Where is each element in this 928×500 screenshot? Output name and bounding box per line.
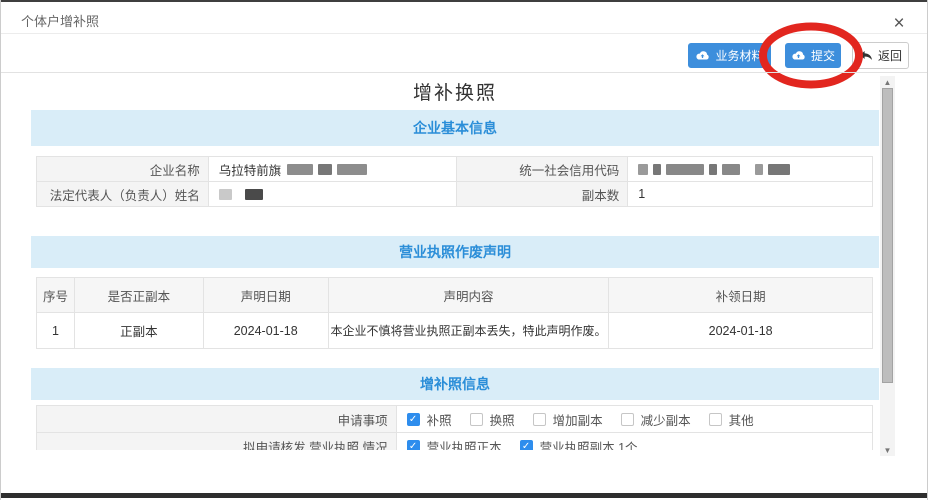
- checkbox-label: 减少副本: [641, 410, 691, 429]
- submit-label: 提交: [811, 47, 835, 64]
- col-header-seq: 序号: [37, 278, 75, 313]
- scroll-up-arrow[interactable]: ▲: [880, 76, 895, 88]
- legal-person-value: [209, 182, 457, 207]
- screenshot-bottom-edge: [1, 493, 927, 498]
- section-header-invalid-declaration: 营业执照作废声明: [31, 236, 879, 268]
- supplement-info-table: 申请事项 ✓ 补照 ✓ 换照 ✓ 增加副本 ✓ 减少副本 ✓ 其他 拟申请核发 …: [36, 405, 873, 450]
- form-content: 增补换照 企业基本信息 企业名称 乌拉特前旗 统一社会信用代码: [1, 73, 928, 450]
- apply-items-options: ✓ 补照 ✓ 换照 ✓ 增加副本 ✓ 减少副本 ✓ 其他: [397, 406, 873, 433]
- back-button[interactable]: 返回: [852, 42, 909, 69]
- business-materials-button[interactable]: 业务材料: [688, 43, 771, 68]
- scrollbar-thumb[interactable]: [882, 88, 893, 383]
- checkbox-label: 增加副本: [553, 410, 603, 429]
- screenshot-top-edge: [1, 0, 927, 2]
- copies-count-label: 副本数: [457, 182, 629, 207]
- modal-title: 个体户增补照: [21, 11, 99, 30]
- page-title: 增补换照: [31, 78, 879, 105]
- back-label: 返回: [878, 47, 902, 64]
- checkbox-add-copy[interactable]: ✓: [533, 413, 546, 426]
- table-header-row: 序号 是否正副本 声明日期 声明内容 补领日期: [37, 278, 873, 313]
- apply-items-label: 申请事项: [37, 406, 397, 433]
- vertical-scrollbar[interactable]: ▲ ▼: [880, 76, 895, 456]
- license-supplement-modal: { "window": { "title": "个体户增补照", "close_…: [0, 0, 928, 500]
- credit-code-value: [628, 157, 873, 182]
- submit-button[interactable]: 提交: [785, 43, 841, 68]
- back-arrow-icon: [859, 50, 873, 62]
- checkbox-label: 营业执照正本: [427, 437, 502, 451]
- checkbox-license-original[interactable]: ✓: [407, 440, 420, 451]
- col-header-declare-content: 声明内容: [329, 278, 610, 313]
- cell-seq: 1: [37, 313, 75, 349]
- checkbox-buzhao[interactable]: ✓: [407, 413, 420, 426]
- issue-license-options: ✓ 营业执照正本 ✓ 营业执照副本 1个: [397, 433, 873, 450]
- checkbox-label: 营业执照副本 1个: [540, 437, 638, 451]
- checkbox-huanzhao[interactable]: ✓: [470, 413, 483, 426]
- cloud-upload-icon: [791, 50, 806, 61]
- redacted-text: [638, 164, 790, 175]
- section-header-basic-info: 企业基本信息: [31, 110, 879, 146]
- table-row: 1 正副本 2024-01-18 本企业不慎将营业执照正副本丢失，特此声明作废。…: [37, 313, 873, 349]
- checkbox-label: 换照: [490, 410, 515, 429]
- section-header-supplement-info: 增补照信息: [31, 368, 879, 400]
- col-header-type: 是否正副本: [75, 278, 204, 313]
- cell-declare-date: 2024-01-18: [204, 313, 329, 349]
- company-name-value: 乌拉特前旗: [209, 157, 457, 182]
- company-name-label: 企业名称: [37, 157, 209, 182]
- cell-declare-content: 本企业不慎将营业执照正副本丢失，特此声明作废。: [329, 313, 610, 349]
- credit-code-label: 统一社会信用代码: [457, 157, 629, 182]
- checkbox-label: 其他: [729, 410, 754, 429]
- issue-license-label: 拟申请核发 营业执照 情况: [37, 433, 397, 450]
- col-header-reissue-date: 补领日期: [609, 278, 873, 313]
- scroll-down-arrow[interactable]: ▼: [880, 444, 895, 456]
- cloud-upload-icon: [695, 50, 710, 61]
- basic-info-table: 企业名称 乌拉特前旗 统一社会信用代码: [36, 156, 873, 207]
- checkbox-reduce-copy[interactable]: ✓: [621, 413, 634, 426]
- redacted-text: [287, 164, 367, 175]
- col-header-declare-date: 声明日期: [204, 278, 329, 313]
- checkbox-label: 补照: [427, 410, 452, 429]
- cell-reissue-date: 2024-01-18: [609, 313, 873, 349]
- invalid-declaration-table: 序号 是否正副本 声明日期 声明内容 补领日期 1 正副本 2024-01-18…: [36, 277, 873, 349]
- legal-person-label: 法定代表人（负责人）姓名: [37, 182, 209, 207]
- redacted-text: [219, 189, 263, 200]
- header-divider: [1, 33, 927, 34]
- cell-type: 正副本: [75, 313, 204, 349]
- checkbox-other[interactable]: ✓: [709, 413, 722, 426]
- copies-count-value: 1: [628, 182, 873, 207]
- business-materials-label: 业务材料: [715, 47, 763, 64]
- checkbox-license-copy[interactable]: ✓: [520, 440, 533, 451]
